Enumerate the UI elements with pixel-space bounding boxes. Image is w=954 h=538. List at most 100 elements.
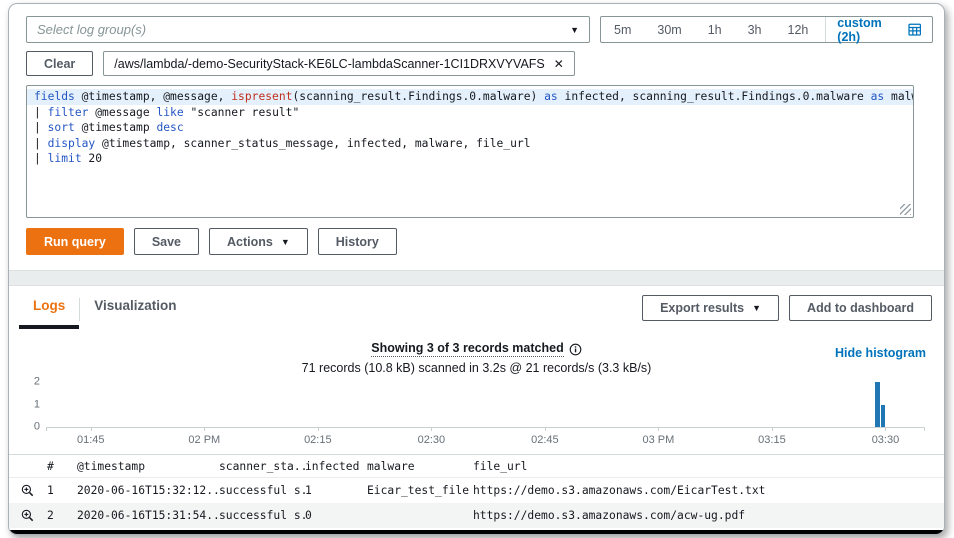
expand-row-icon[interactable] [21, 484, 47, 497]
query-line[interactable]: | sort @timestamp desc [27, 120, 913, 136]
info-icon[interactable] [569, 343, 582, 356]
header-cell: # [47, 460, 77, 473]
query-token: "scanner result" [184, 106, 300, 119]
results-table: #@timestampscanner_sta...infectedmalware… [9, 454, 944, 530]
custom-range-button[interactable]: custom (2h) [826, 17, 932, 42]
cell-file-url: https://demo.s3.amazonaws.com/acw-ug.pdf [473, 509, 944, 522]
log-group-select[interactable]: Select log group(s) ▼ [26, 16, 590, 43]
histogram-bar [875, 382, 880, 427]
cell-file-url: https://demo.s3.amazonaws.com/EicarTest.… [473, 484, 944, 497]
time-range-selector: 5m30m1h3h12h custom (2h) [600, 16, 933, 43]
query-line[interactable]: | filter @message like "scanner result" [27, 105, 913, 121]
header-cell: file_url [473, 460, 944, 473]
header-cell: malware [367, 460, 473, 473]
run-query-button[interactable]: Run query [26, 228, 124, 255]
query-actions-row: Run query Save Actions ▼ History [26, 228, 397, 255]
query-token: @message [88, 106, 156, 119]
editor-resize-handle[interactable] [900, 204, 911, 215]
time-range-1h[interactable]: 1h [695, 17, 735, 42]
header-cell: @timestamp [77, 460, 219, 473]
actions-dropdown-button[interactable]: Actions ▼ [209, 228, 308, 255]
header-cell: infected [305, 460, 367, 473]
histogram-bar [881, 405, 885, 428]
save-button[interactable]: Save [134, 228, 199, 255]
records-matched-text: Showing 3 of 3 records matched [371, 341, 563, 357]
query-token: @timestamp [75, 121, 157, 134]
query-token: display [48, 137, 96, 150]
query-token: malware, file_url [884, 90, 914, 103]
cell-scanner-status: successful s... [219, 484, 305, 497]
query-editor[interactable]: fields @timestamp, @message, ispresent(s… [26, 85, 914, 218]
x-axis-label: 03:15 [758, 434, 786, 446]
time-range-list: 5m30m1h3h12h [601, 17, 821, 42]
records-histogram: 210 01:4502 PM02:1502:3002:4503 PM03:150… [29, 382, 924, 448]
histogram-plot-area: 210 [46, 382, 924, 428]
custom-range-label: custom (2h) [837, 16, 900, 44]
panel-separator [9, 270, 944, 286]
x-axis-label: 03:30 [872, 434, 900, 446]
y-axis-label: 1 [34, 398, 40, 410]
query-line[interactable]: | display @timestamp, scanner_status_mes… [27, 136, 913, 152]
query-token: limit [48, 152, 82, 165]
tab-visualization[interactable]: Visualization [80, 295, 190, 325]
tab-logs[interactable]: Logs [19, 295, 79, 329]
time-range-5m[interactable]: 5m [601, 17, 644, 42]
chevron-down-icon: ▼ [281, 237, 290, 247]
logs-insights-window: Select log group(s) ▼ 5m30m1h3h12h custo… [8, 3, 945, 535]
query-token: ispresent [231, 90, 292, 103]
row-number: 2 [47, 509, 77, 522]
expand-row-icon[interactable] [21, 509, 47, 522]
query-token: as [871, 90, 885, 103]
results-tabbar: Logs Visualization Export results ▼ Add … [9, 286, 944, 332]
header-cell: scanner_sta... [219, 460, 305, 473]
export-results-button[interactable]: Export results ▼ [642, 295, 779, 321]
add-to-dashboard-button[interactable]: Add to dashboard [789, 295, 932, 321]
query-token: as [544, 90, 558, 103]
x-axis-end-tick [924, 427, 925, 431]
query-token: like [156, 106, 183, 119]
query-token: (scanning_result.Findings.0.malware) [292, 90, 544, 103]
query-token: fields [34, 90, 75, 103]
query-line[interactable]: fields @timestamp, @message, ispresent(s… [27, 89, 913, 105]
export-results-label: Export results [660, 301, 744, 315]
results-panel: Logs Visualization Export results ▼ Add … [9, 286, 944, 534]
query-token: @timestamp, @message, [75, 90, 231, 103]
query-token: | [34, 137, 48, 150]
time-range-3h[interactable]: 3h [735, 17, 775, 42]
scan-stats-text: 71 records (10.8 kB) scanned in 3.2s @ 2… [9, 361, 944, 375]
query-line[interactable]: | limit 20 [27, 151, 913, 167]
time-range-12h[interactable]: 12h [775, 17, 822, 42]
query-token: 20 [82, 152, 102, 165]
table-row: 22020-06-16T15:31:54...successful s...0h… [9, 503, 944, 528]
hide-histogram-link[interactable]: Hide histogram [835, 346, 926, 360]
history-button[interactable]: History [318, 228, 397, 255]
table-body: 12020-06-16T15:32:12...successful s...1E… [9, 478, 944, 530]
results-actions: Export results ▼ Add to dashboard [642, 295, 932, 321]
query-token: sort [48, 121, 75, 134]
x-axis-label: 03 PM [642, 434, 674, 446]
log-group-row: Select log group(s) ▼ 5m30m1h3h12h custo… [26, 16, 933, 43]
query-token: @timestamp, scanner_status_message, infe… [95, 137, 530, 150]
time-range-30m[interactable]: 30m [644, 17, 694, 42]
actions-label: Actions [227, 235, 273, 249]
query-token: | [34, 121, 48, 134]
query-token: | [34, 152, 48, 165]
results-summary: Showing 3 of 3 records matched 71 record… [9, 339, 944, 375]
clear-button[interactable]: Clear [26, 51, 93, 76]
cell-timestamp: 2020-06-16T15:31:54... [77, 509, 219, 522]
x-axis-label: 01:45 [77, 434, 105, 446]
query-token: filter [48, 106, 89, 119]
cell-infected: 0 [305, 509, 367, 522]
chevron-down-icon: ▼ [752, 303, 761, 313]
screenshot-cut-edge [9, 530, 944, 534]
remove-log-group-icon[interactable]: ✕ [554, 57, 564, 71]
x-axis-label: 02:15 [304, 434, 332, 446]
cell-infected: 1 [305, 484, 367, 497]
y-axis-label: 2 [34, 375, 40, 387]
selected-log-groups-row: Clear /aws/lambda/-demo-SecurityStack-KE… [26, 51, 575, 76]
query-token: | [34, 106, 48, 119]
chevron-down-icon: ▼ [570, 25, 579, 35]
x-axis-label: 02:30 [418, 434, 446, 446]
log-group-tag: /aws/lambda/-demo-SecurityStack-KE6LC-la… [103, 51, 575, 76]
query-token: desc [156, 121, 183, 134]
